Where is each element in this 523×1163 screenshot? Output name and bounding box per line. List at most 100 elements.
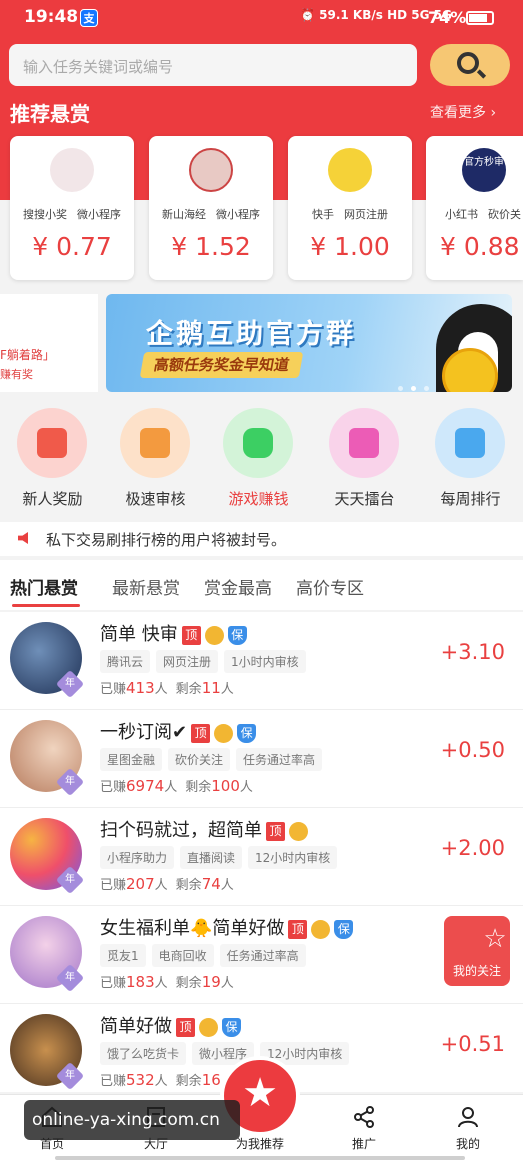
task-amount: +3.10	[440, 640, 505, 664]
card-tag: 小红书	[445, 208, 478, 221]
card-tag: 微小程序	[77, 208, 121, 221]
tab-highest-reward[interactable]: 赏金最高	[204, 574, 272, 599]
task-title: 简单 快审顶保	[100, 620, 247, 646]
battery-percent: 74%	[428, 8, 467, 27]
my-follow-button[interactable]: ☆ 我的关注	[444, 916, 510, 986]
banner-title: 企鹅互助官方群	[146, 319, 356, 350]
task-row[interactable]: 年 扫个码就过，超简单顶 小程序助力 直播阅读 12小时内审核 已赚207人 剩余74…	[0, 808, 523, 906]
status-bar: 19:48 支 ⏰ 59.1 KB/s HD 5G 5G 74%	[0, 0, 523, 36]
card-tag: 搜搜小奖	[23, 208, 67, 221]
promo-banner[interactable]: 企鹅互助官方群 高额任务奖金早知道	[106, 294, 512, 392]
speaker-icon	[18, 532, 28, 544]
guarantee-badge: 保	[237, 723, 257, 743]
coin-icon	[199, 1017, 218, 1037]
task-amount: +0.50	[440, 738, 505, 762]
tab-latest[interactable]: 最新悬赏	[112, 574, 180, 599]
card-price: ¥ 0.88	[440, 232, 520, 261]
category-label: 每周排行	[440, 490, 501, 508]
top-badge: 顶	[266, 821, 285, 841]
card-avatar	[328, 148, 372, 192]
card-avatar: 官方秒审	[462, 148, 506, 192]
app-notification-icon: 支	[80, 9, 98, 27]
card-price: ¥ 0.77	[32, 232, 112, 261]
gamepad-icon	[223, 408, 293, 478]
gift-icon	[17, 408, 87, 478]
guarantee-badge: 保	[227, 625, 247, 645]
banner-dots	[398, 376, 437, 392]
task-tags: 饿了么吃货卡 微小程序 12小时内审核	[100, 1042, 355, 1065]
top-badge: 顶	[176, 1017, 195, 1037]
star-icon: ☆	[483, 924, 507, 954]
banner-subtitle: 高额任务奖金早知道	[139, 352, 304, 378]
category-daily-arena[interactable]: 天天擂台	[312, 400, 417, 510]
watermark: online-ya-xing.com.cn	[24, 1100, 240, 1140]
category-game-earn[interactable]: 游戏赚钱	[206, 400, 311, 510]
category-new-user-reward[interactable]: 新人奖励	[0, 400, 105, 510]
category-label: 极速审核	[125, 490, 186, 508]
card-avatar	[50, 148, 94, 192]
category-label: 游戏赚钱	[228, 490, 289, 508]
card-tag: 快手	[312, 208, 334, 221]
coin-icon	[204, 625, 224, 645]
top-badge: 顶	[181, 625, 201, 645]
reward-card[interactable]: 搜搜小奖 微小程序 ¥ 0.77	[10, 136, 134, 280]
task-amount: +2.00	[440, 836, 505, 860]
reward-card[interactable]: 官方秒审 小红书 砍价关 ¥ 0.88	[426, 136, 523, 280]
document-icon	[120, 408, 190, 478]
banner-prev-slide[interactable]: F躺着路」 赚有奖	[0, 294, 98, 392]
active-tab-indicator	[12, 604, 80, 607]
card-tag: 微小程序	[216, 208, 260, 221]
coin-icon	[214, 723, 234, 743]
task-stats: 已赚6974人 剩余100人	[100, 777, 253, 795]
card-tag: 网页注册	[344, 208, 388, 221]
share-icon	[354, 1106, 374, 1128]
follow-label: 我的关注	[452, 964, 501, 978]
task-tags: 小程序助力 直播阅读 12小时内审核	[100, 846, 343, 869]
task-stats: 已赚532人 剩余16	[100, 1071, 221, 1089]
task-tags: 觅友1 电商回收 任务通过率高	[100, 944, 312, 967]
user-icon	[458, 1107, 478, 1128]
net-speed: 59.1 KB/s	[319, 8, 383, 22]
home-indicator	[55, 1156, 465, 1160]
card-avatar	[189, 148, 233, 192]
reward-card[interactable]: 新山海经 微小程序 ¥ 1.52	[149, 136, 273, 280]
task-title: 女生福利单🐥简单好做顶保	[100, 914, 354, 940]
alarm-icon: ⏰	[300, 8, 315, 22]
search-button[interactable]	[430, 44, 510, 86]
task-stats: 已赚207人 剩余74人	[100, 875, 234, 893]
tab-hot[interactable]: 热门悬赏	[10, 574, 78, 599]
task-row[interactable]: 年 一秒订阅✔ 顶保 星图金融 砍价关注 任务通过率高 已赚6974人 剩余100人 +…	[0, 710, 523, 808]
see-more-link[interactable]: 查看更多 ›	[430, 102, 496, 122]
status-time: 19:48	[24, 7, 79, 27]
guarantee-badge: 保	[334, 919, 354, 939]
nav-promote[interactable]: 推广	[312, 1095, 416, 1163]
top-badge: 顶	[288, 919, 308, 939]
search-placeholder: 输入任务关键词或编号	[23, 58, 174, 76]
task-list: 年 简单 快审顶保 腾讯云 网页注册 1小时内审核 已赚413人 剩余11人 +3.1…	[0, 612, 523, 1092]
task-tags: 星图金融 砍价关注 任务通过率高	[100, 748, 328, 771]
task-title: 一秒订阅✔ 顶保	[100, 718, 257, 744]
category-weekly-rank[interactable]: 每周排行	[418, 400, 523, 510]
task-tabs: 热门悬赏 最新悬赏 赏金最高 高价专区	[0, 560, 523, 610]
task-row[interactable]: 年 简单 快审顶保 腾讯云 网页注册 1小时内审核 已赚413人 剩余11人 +3.1…	[0, 612, 523, 710]
task-amount: +0.51	[440, 1032, 505, 1056]
trophy-icon	[329, 408, 399, 478]
category-label: 新人奖励	[22, 490, 83, 508]
search-icon	[457, 52, 479, 74]
reward-card[interactable]: 快手 网页注册 ¥ 1.00	[288, 136, 412, 280]
search-input[interactable]: 输入任务关键词或编号	[9, 44, 417, 86]
task-stats: 已赚413人 剩余11人	[100, 679, 234, 697]
tab-premium[interactable]: 高价专区	[296, 574, 364, 599]
card-price: ¥ 1.00	[310, 232, 390, 261]
card-price: ¥ 1.52	[171, 232, 251, 261]
bar-chart-icon	[435, 408, 505, 478]
card-tag: 新山海经	[162, 208, 206, 221]
task-tags: 腾讯云 网页注册 1小时内审核	[100, 650, 312, 673]
coin-icon	[289, 821, 308, 841]
card-tag: 砍价关	[488, 208, 521, 221]
nav-mine[interactable]: 我的	[416, 1095, 520, 1163]
notice-bar: 私下交易刷排行榜的用户将被封号。	[0, 522, 523, 556]
recommend-title: 推荐悬赏	[10, 102, 90, 126]
category-fast-review[interactable]: 极速审核	[103, 400, 208, 510]
notice-text: 私下交易刷排行榜的用户将被封号。	[46, 531, 287, 549]
